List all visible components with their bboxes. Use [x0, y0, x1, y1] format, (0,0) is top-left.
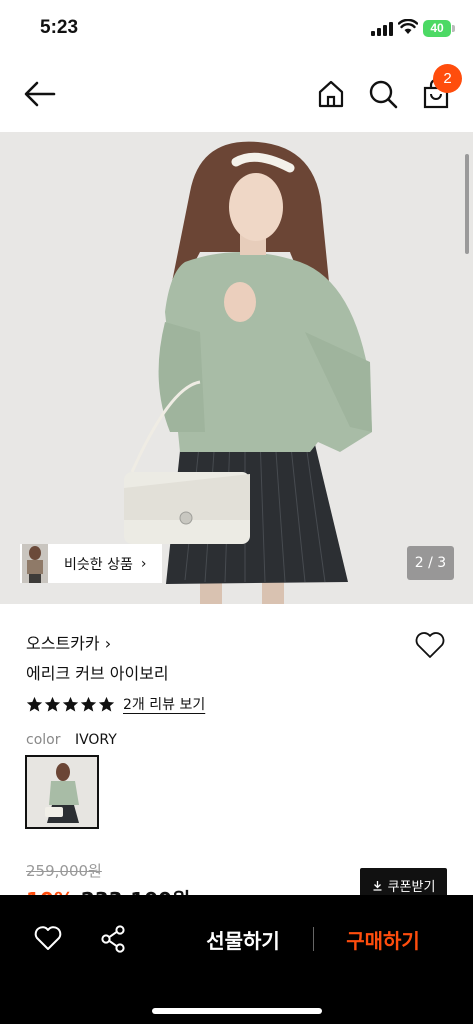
bottom-action-bar: 선물하기 구매하기: [0, 895, 473, 1024]
rating-stars: [26, 696, 115, 713]
similar-products-label: 비슷한 상품: [64, 556, 133, 573]
heart-icon[interactable]: [34, 925, 62, 951]
product-name: 에리크 커브 아이보리: [26, 664, 169, 683]
star-icon: [98, 696, 115, 711]
chevron-right-icon: ›: [104, 634, 112, 653]
chevron-right-icon: ›: [140, 555, 147, 572]
coupon-label: 쿠폰받기: [387, 879, 436, 895]
product-image[interactable]: 비슷한 상품 › 2 / 3: [0, 132, 473, 604]
back-arrow-icon[interactable]: [22, 78, 58, 110]
status-time: 5:23: [40, 17, 79, 38]
similar-products-button[interactable]: 비슷한 상품 ›: [20, 544, 162, 583]
brand-name: 오스트카카: [26, 634, 100, 653]
home-indicator: [152, 1008, 322, 1014]
similar-product-thumbnail: [22, 544, 48, 583]
star-icon: [62, 696, 79, 711]
wifi-icon: [398, 19, 418, 34]
home-icon[interactable]: [315, 78, 347, 110]
rating-row: 2개 리뷰 보기: [26, 694, 205, 714]
color-option-swatch[interactable]: [25, 755, 99, 829]
status-bar: 5:23 40: [0, 0, 473, 56]
star-icon: [26, 696, 43, 711]
divider: [313, 927, 314, 951]
gift-button[interactable]: 선물하기: [193, 925, 293, 954]
cart-count-badge: 2: [433, 64, 462, 93]
buy-button[interactable]: 구매하기: [333, 925, 433, 954]
original-price: 259,000원: [26, 862, 102, 880]
heart-icon[interactable]: [414, 630, 446, 660]
share-icon[interactable]: [100, 925, 126, 953]
product-photo: [0, 132, 473, 604]
color-value: IVORY: [74, 732, 117, 748]
battery-level: 40: [423, 20, 451, 37]
color-row: color IVORY: [26, 732, 117, 748]
scroll-indicator: [465, 154, 469, 254]
download-icon: [373, 880, 382, 891]
signal-icon: [371, 22, 393, 36]
color-label: color: [26, 732, 61, 748]
battery-icon: 40: [423, 20, 455, 37]
star-icon: [80, 696, 97, 711]
brand-link[interactable]: 오스트카카 ›: [26, 630, 111, 654]
star-icon: [44, 696, 61, 711]
review-link[interactable]: 2개 리뷰 보기: [123, 694, 205, 714]
image-pager: 2 / 3: [407, 546, 454, 580]
nav-bar: 2: [0, 56, 473, 132]
search-icon[interactable]: [367, 78, 399, 110]
